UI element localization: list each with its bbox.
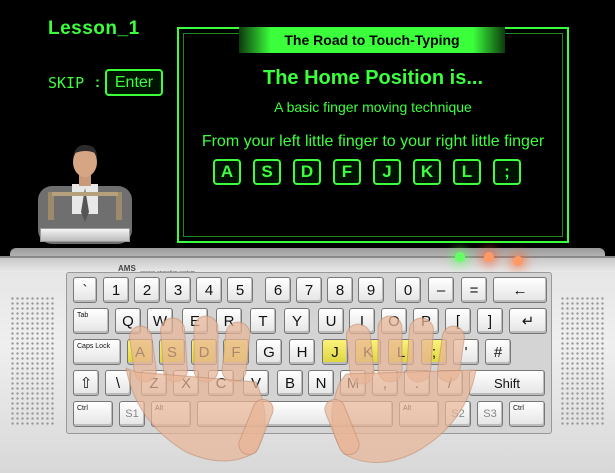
key-x[interactable]: X [173, 370, 199, 396]
key-d[interactable]: D [191, 339, 217, 365]
panel-subheading: A basic finger moving technique [274, 99, 472, 115]
key-e[interactable]: E [182, 308, 208, 334]
key-h[interactable]: H [289, 339, 315, 365]
key-slash[interactable]: / [437, 370, 463, 396]
key-y[interactable]: Y [284, 308, 310, 334]
key-7[interactable]: 7 [296, 277, 322, 303]
key-t[interactable]: T [250, 308, 276, 334]
key-s2[interactable]: S2 [445, 401, 471, 427]
key-s3[interactable]: S3 [477, 401, 503, 427]
key-right-ctrl[interactable]: Ctrl [509, 401, 545, 427]
skip-colon: : [95, 74, 100, 91]
key-j[interactable]: J [322, 339, 348, 365]
status-led-green [455, 252, 465, 262]
home-key-j: J [373, 159, 401, 185]
key-o[interactable]: O [381, 308, 407, 334]
key-left-alt[interactable]: Alt [151, 401, 191, 427]
key-right-shift[interactable]: Shift [469, 370, 545, 396]
key-6[interactable]: 6 [265, 277, 291, 303]
home-key-semicolon: ; [493, 159, 521, 185]
enter-button[interactable]: Enter [105, 69, 163, 96]
lesson-screen: Lesson_1 SKIP : Enter The Road to Touch-… [0, 0, 615, 268]
key-9[interactable]: 9 [358, 277, 384, 303]
key-enter[interactable]: ↵ [509, 308, 547, 334]
key-l[interactable]: L [388, 339, 414, 365]
key-q[interactable]: Q [115, 308, 141, 334]
key-u[interactable]: U [318, 308, 344, 334]
home-key-f: F [333, 159, 361, 185]
key-a[interactable]: A [127, 339, 153, 365]
key-0[interactable]: 0 [395, 277, 421, 303]
key-3[interactable]: 3 [165, 277, 191, 303]
key-w[interactable]: W [147, 308, 173, 334]
key-tab[interactable]: Tab [73, 308, 109, 334]
key-hash[interactable]: # [485, 339, 511, 365]
key-v[interactable]: V [243, 370, 269, 396]
home-key-s: S [253, 159, 281, 185]
key-n[interactable]: N [308, 370, 334, 396]
key-1[interactable]: 1 [103, 277, 129, 303]
key-backspace[interactable]: ← [493, 277, 547, 303]
key-4[interactable]: 4 [196, 277, 222, 303]
key-left-bracket[interactable]: [ [445, 308, 471, 334]
key-caps-lock[interactable]: Caps Lock [73, 339, 121, 365]
key-b[interactable]: B [277, 370, 303, 396]
key-period[interactable]: . [404, 370, 430, 396]
key-minus[interactable]: – [428, 277, 454, 303]
key-2[interactable]: 2 [134, 277, 160, 303]
home-key-a: A [213, 159, 241, 185]
panel-heading: The Home Position is... [262, 67, 484, 89]
key-r[interactable]: R [216, 308, 242, 334]
key-z[interactable]: Z [141, 370, 167, 396]
key-equals[interactable]: = [461, 277, 487, 303]
right-speaker-grille [560, 296, 606, 426]
key-g[interactable]: G [256, 339, 282, 365]
key-left-ctrl[interactable]: Ctrl [73, 401, 113, 427]
home-key-l: L [453, 159, 481, 185]
instructor-desk [40, 228, 130, 242]
key-f[interactable]: F [223, 339, 249, 365]
key-k[interactable]: K [355, 339, 381, 365]
home-key-k: K [413, 159, 441, 185]
key-backtick[interactable]: ` [73, 277, 97, 303]
key-semicolon[interactable]: ; [421, 339, 447, 365]
key-backslash[interactable]: \ [105, 370, 131, 396]
key-right-alt[interactable]: Alt [399, 401, 439, 427]
lesson-title: Lesson_1 [48, 18, 140, 39]
home-key-d: D [293, 159, 321, 185]
keyboard: ` 1 2 3 4 5 6 7 8 9 0 – = ← Tab Q W E R … [66, 272, 552, 434]
key-s[interactable]: S [159, 339, 185, 365]
key-s1[interactable]: S1 [119, 401, 145, 427]
lesson-panel: The Road to Touch-Typing The Home Positi… [177, 27, 569, 243]
key-i[interactable]: I [349, 308, 375, 334]
key-comma[interactable]: , [372, 370, 398, 396]
left-speaker-grille [10, 296, 56, 426]
key-quote[interactable]: ' [453, 339, 479, 365]
key-c[interactable]: C [208, 370, 234, 396]
key-space[interactable] [197, 401, 393, 427]
key-8[interactable]: 8 [327, 277, 353, 303]
key-p[interactable]: P [413, 308, 439, 334]
panel-header: The Road to Touch-Typing [239, 27, 505, 53]
skip-label: SKIP [48, 74, 85, 92]
status-led-orange [513, 256, 523, 266]
key-left-shift[interactable]: ⇧ [73, 370, 99, 396]
status-led-red [484, 252, 494, 262]
key-m[interactable]: M [340, 370, 366, 396]
key-5[interactable]: 5 [227, 277, 253, 303]
panel-description: From your left little finger to your rig… [201, 133, 545, 150]
key-right-bracket[interactable]: ] [477, 308, 503, 334]
